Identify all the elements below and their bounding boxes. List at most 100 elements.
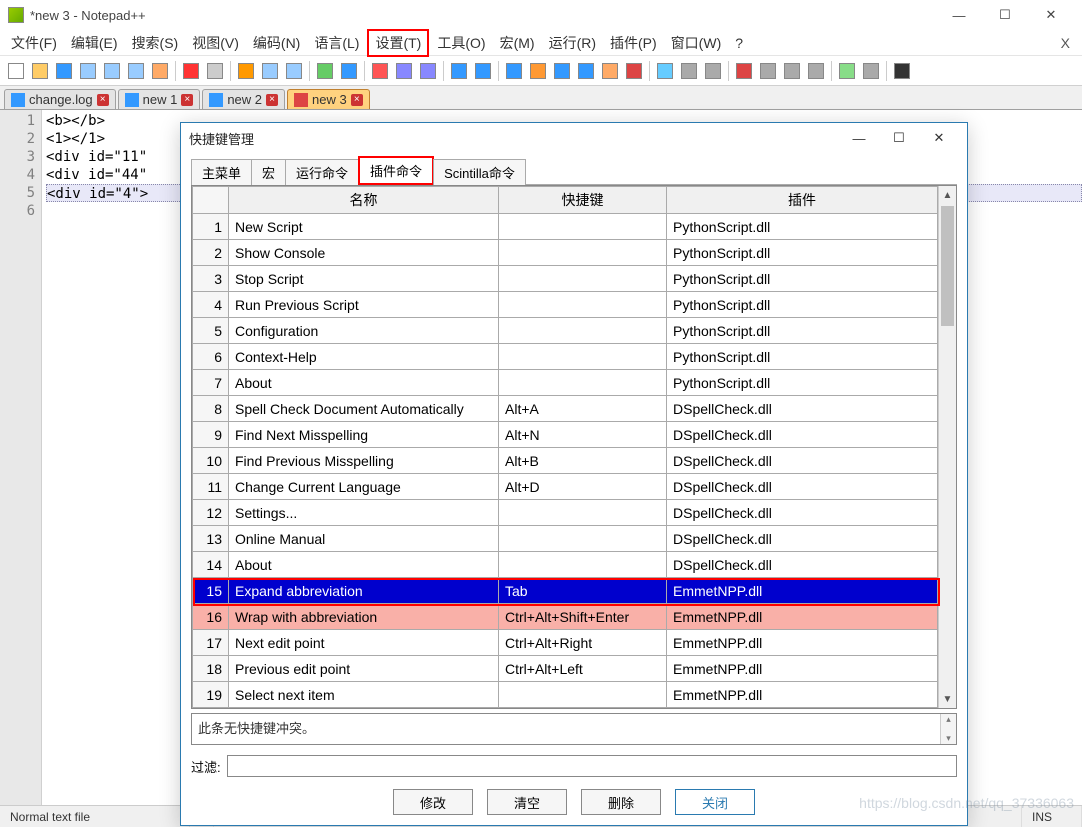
toolbar-button-27[interactable] [551, 60, 573, 82]
scroll-down-icon[interactable]: ▼ [939, 690, 956, 708]
toolbar-button-6[interactable] [149, 60, 171, 82]
grid-vertical-scrollbar[interactable]: ▲ ▼ [938, 186, 956, 708]
file-tab-1[interactable]: new 1× [118, 89, 201, 109]
toolbar-button-4[interactable] [101, 60, 123, 82]
toolbar-button-33[interactable] [678, 60, 700, 82]
toolbar-button-30[interactable] [623, 60, 645, 82]
table-row[interactable]: 18Previous edit pointCtrl+Alt+LeftEmmetN… [193, 656, 938, 682]
toolbar-button-42[interactable] [860, 60, 882, 82]
toolbar-button-23[interactable] [472, 60, 494, 82]
file-tab-close-icon[interactable]: × [97, 94, 109, 106]
table-row[interactable]: 17Next edit pointCtrl+Alt+RightEmmetNPP.… [193, 630, 938, 656]
toolbar-button-8[interactable] [180, 60, 202, 82]
window-close-button[interactable]: ✕ [1028, 1, 1074, 29]
menu-item-4[interactable]: 编码(N) [247, 31, 306, 55]
dialog-tab-1[interactable]: 宏 [251, 159, 286, 185]
dialog-minimize-button[interactable]: — [839, 125, 879, 151]
menu-item-3[interactable]: 视图(V) [186, 31, 245, 55]
file-tab-2[interactable]: new 2× [202, 89, 285, 109]
file-tab-close-icon[interactable]: × [266, 94, 278, 106]
toolbar-button-9[interactable] [204, 60, 226, 82]
hint-scrollbar[interactable]: ▴▾ [940, 714, 956, 744]
modify-button[interactable]: 修改 [393, 789, 473, 815]
toolbar-button-32[interactable] [654, 60, 676, 82]
table-row[interactable]: 10Find Previous MisspellingAlt+BDSpellCh… [193, 448, 938, 474]
document-close-button[interactable]: X [1053, 35, 1078, 51]
filter-input[interactable] [227, 755, 957, 777]
table-row[interactable]: 7AboutPythonScript.dll [193, 370, 938, 396]
toolbar-button-41[interactable] [836, 60, 858, 82]
toolbar-button-28[interactable] [575, 60, 597, 82]
window-minimize-button[interactable]: — [936, 1, 982, 29]
file-tab-0[interactable]: change.log× [4, 89, 116, 109]
toolbar-button-38[interactable] [781, 60, 803, 82]
toolbar-button-20[interactable] [417, 60, 439, 82]
column-header-plugin[interactable]: 插件 [667, 187, 938, 214]
menu-item-7[interactable]: 工具(O) [431, 31, 491, 55]
toolbar-button-36[interactable] [733, 60, 755, 82]
toolbar-button-29[interactable] [599, 60, 621, 82]
menu-item-1[interactable]: 编辑(E) [65, 31, 124, 55]
toolbar-button-19[interactable] [393, 60, 415, 82]
window-maximize-button[interactable]: ☐ [982, 1, 1028, 29]
table-row[interactable]: 15Expand abbreviationTabEmmetNPP.dll [193, 578, 938, 604]
table-row[interactable]: 6Context-HelpPythonScript.dll [193, 344, 938, 370]
file-tab-close-icon[interactable]: × [181, 94, 193, 106]
toolbar-button-1[interactable] [29, 60, 51, 82]
column-header-shortcut[interactable]: 快捷键 [499, 187, 667, 214]
shortcut-grid[interactable]: 名称 快捷键 插件 1New ScriptPythonScript.dll2Sh… [192, 186, 938, 708]
dialog-tab-2[interactable]: 运行命令 [285, 159, 359, 185]
menu-item-12[interactable]: ? [729, 33, 749, 53]
dialog-close-button[interactable]: ✕ [919, 125, 959, 151]
table-row[interactable]: 1New ScriptPythonScript.dll [193, 214, 938, 240]
table-row[interactable]: 14AboutDSpellCheck.dll [193, 552, 938, 578]
table-row[interactable]: 2Show ConsolePythonScript.dll [193, 240, 938, 266]
menu-item-8[interactable]: 宏(M) [494, 31, 541, 55]
toolbar-button-3[interactable] [77, 60, 99, 82]
toolbar-button-13[interactable] [283, 60, 305, 82]
table-row[interactable]: 5ConfigurationPythonScript.dll [193, 318, 938, 344]
table-row[interactable]: 3Stop ScriptPythonScript.dll [193, 266, 938, 292]
toolbar-button-25[interactable] [503, 60, 525, 82]
table-row[interactable]: 11Change Current LanguageAlt+DDSpellChec… [193, 474, 938, 500]
toolbar-button-12[interactable] [259, 60, 281, 82]
toolbar-button-39[interactable] [805, 60, 827, 82]
toolbar-button-16[interactable] [338, 60, 360, 82]
toolbar-button-22[interactable] [448, 60, 470, 82]
table-row[interactable]: 9Find Next MisspellingAlt+NDSpellCheck.d… [193, 422, 938, 448]
table-row[interactable]: 13Online ManualDSpellCheck.dll [193, 526, 938, 552]
dialog-maximize-button[interactable]: ☐ [879, 125, 919, 151]
toolbar-button-11[interactable] [235, 60, 257, 82]
file-tab-3[interactable]: new 3× [287, 89, 370, 109]
toolbar-button-34[interactable] [702, 60, 724, 82]
menu-item-9[interactable]: 运行(R) [543, 31, 602, 55]
close-button[interactable]: 关闭 [675, 789, 755, 815]
delete-button[interactable]: 删除 [581, 789, 661, 815]
toolbar-button-5[interactable] [125, 60, 147, 82]
toolbar-button-2[interactable] [53, 60, 75, 82]
clear-button[interactable]: 清空 [487, 789, 567, 815]
scroll-thumb[interactable] [941, 206, 954, 326]
menu-item-11[interactable]: 窗口(W) [665, 31, 728, 55]
toolbar-button-15[interactable] [314, 60, 336, 82]
scroll-up-icon[interactable]: ▲ [939, 186, 956, 204]
column-header-index[interactable] [193, 187, 229, 214]
column-header-name[interactable]: 名称 [229, 187, 499, 214]
table-row[interactable]: 8Spell Check Document AutomaticallyAlt+A… [193, 396, 938, 422]
table-row[interactable]: 4Run Previous ScriptPythonScript.dll [193, 292, 938, 318]
toolbar-button-0[interactable] [5, 60, 27, 82]
toolbar-button-37[interactable] [757, 60, 779, 82]
dialog-tab-4[interactable]: Scintilla命令 [433, 159, 526, 185]
dialog-tab-3[interactable]: 插件命令 [358, 156, 434, 185]
menu-item-6[interactable]: 设置(T) [367, 29, 429, 57]
menu-item-10[interactable]: 插件(P) [604, 31, 663, 55]
toolbar-button-26[interactable] [527, 60, 549, 82]
menu-item-0[interactable]: 文件(F) [5, 31, 63, 55]
table-row[interactable]: 16Wrap with abbreviationCtrl+Alt+Shift+E… [193, 604, 938, 630]
menu-item-2[interactable]: 搜索(S) [126, 31, 185, 55]
table-row[interactable]: 19Select next itemEmmetNPP.dll [193, 682, 938, 708]
file-tab-close-icon[interactable]: × [351, 94, 363, 106]
toolbar-button-44[interactable] [891, 60, 913, 82]
menu-item-5[interactable]: 语言(L) [308, 31, 365, 55]
dialog-tab-0[interactable]: 主菜单 [191, 159, 252, 185]
